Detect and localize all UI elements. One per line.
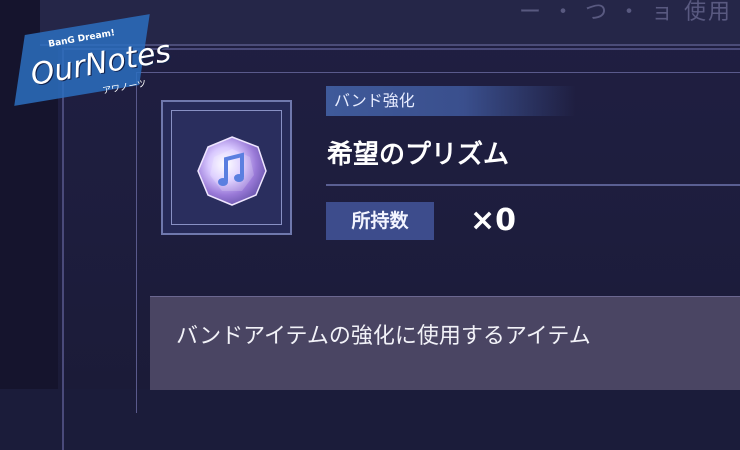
header-title: ー ・ つ ・ ョ 使用	[519, 0, 732, 25]
item-category-tag: バンド強化	[326, 86, 576, 116]
item-icon-inner	[171, 110, 282, 225]
owned-count-label: 所持数	[326, 202, 434, 240]
item-icon-frame	[161, 100, 292, 235]
owned-count-value: ×0	[470, 203, 517, 238]
item-name: 希望のプリズム	[327, 140, 510, 170]
item-description: バンドアイテムの強化に使用するアイテム	[176, 324, 591, 349]
prism-gem-icon	[197, 136, 267, 206]
item-divider	[326, 184, 740, 186]
watermark-logo: BanG Dream! OurNotes アワノーツ	[14, 14, 174, 106]
